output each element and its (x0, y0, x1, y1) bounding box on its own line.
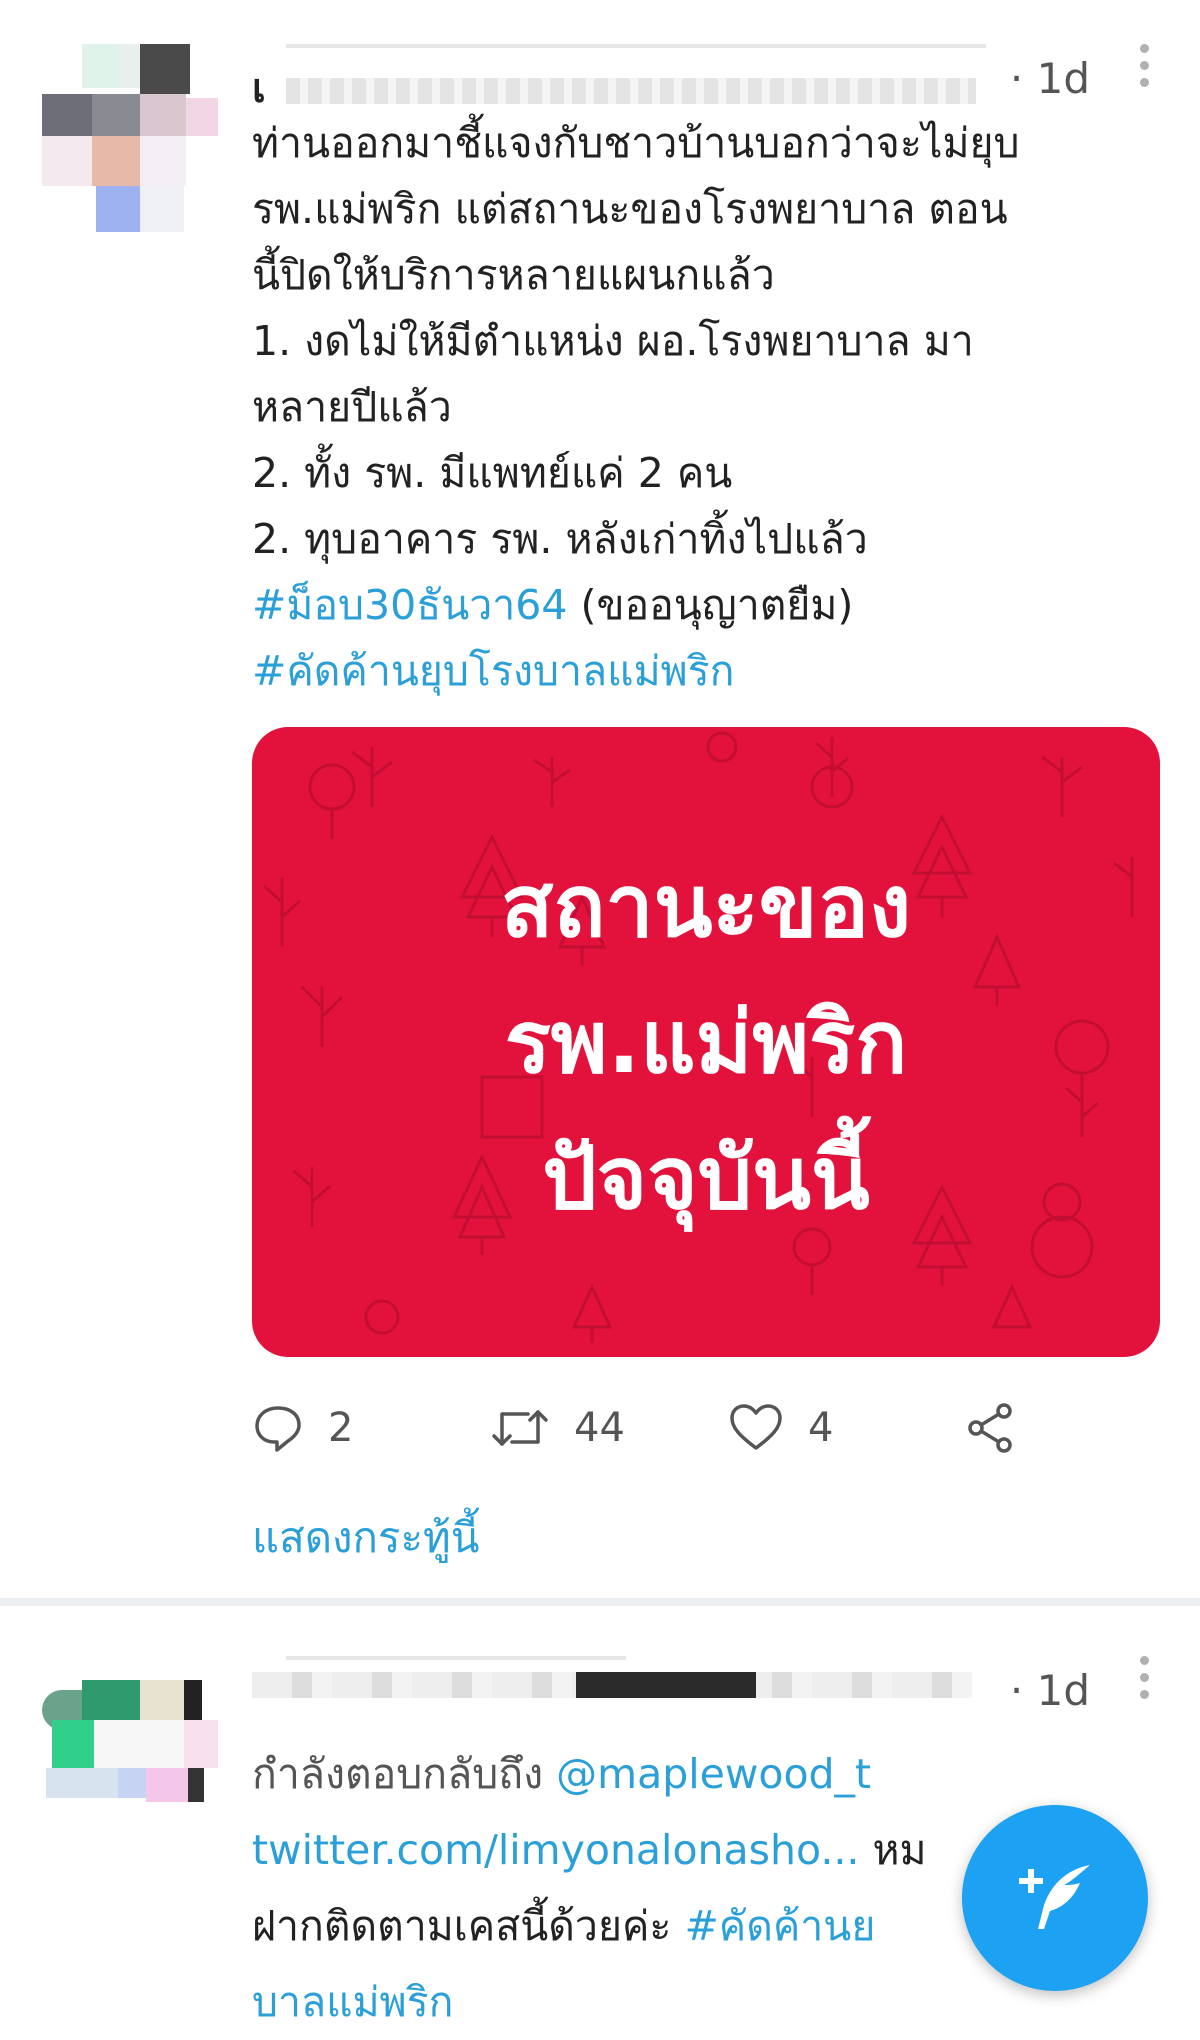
hashtag-link[interactable]: #คัดค้านยุบโรงบาลแม่พริก (252, 647, 735, 695)
reply-to-line: กำลังตอบกลับถึง @maplewood_t (252, 1736, 1162, 1812)
image-text: สถานะของ (500, 857, 912, 957)
tweet-text-fragment: หม (859, 1826, 927, 1874)
author-name-redacted (286, 78, 976, 104)
tweet-line: 2. ทุบอาคาร รพ. หลังเก่าทิ้งไปแล้ว (252, 515, 868, 563)
hashtag-link[interactable]: บาลแม่พริก (252, 1978, 454, 2026)
compose-icon (1019, 1865, 1090, 1929)
like-icon (730, 1404, 782, 1450)
more-icon[interactable] (1138, 1656, 1150, 1708)
reply-icon (255, 1406, 301, 1452)
avatar[interactable] (42, 1680, 218, 1880)
reply-button[interactable]: 2 (252, 1398, 353, 1458)
like-button[interactable]: 4 (728, 1398, 833, 1458)
hashtag-link[interactable]: #ม็อบ30ธันวา64 (252, 581, 567, 629)
tweet-image[interactable]: สถานะของ รพ.แม่พริก ปัจจุบันนี้ (252, 727, 1160, 1357)
divider (0, 1598, 1200, 1606)
tweet-line: ท่านออกมาชี้แจงกับชาวบ้านบอกว่าจะไม่ยุบ (252, 119, 1020, 167)
url-link[interactable]: twitter.com/limyonalonasho... (252, 1826, 859, 1874)
tweet-text-fragment: ฝากติดตามเคสนี้ด้วยค่ะ (252, 1902, 685, 1950)
tweet-line: 1. งดไม่ให้มีตำแหน่ง ผอ.โรงพยาบาล มา (252, 317, 974, 365)
image-text: รพ.แม่พริก (504, 993, 908, 1093)
retweet-button[interactable]: 44 (490, 1398, 625, 1458)
more-icon[interactable] (1138, 44, 1150, 96)
tweet[interactable]: เ · 1d ท่านออกมาชี้แจงกับชาวบ้านบอกว่าจะ… (0, 0, 1200, 1598)
tweet-time[interactable]: · 1d (1010, 1666, 1090, 1715)
hashtag-line: #ม็อบ30ธันวา64 (ขออนุญาตยืม) (252, 572, 1162, 638)
show-thread-link[interactable]: แสดงกระทู้นี้ (252, 1505, 479, 1571)
tweet-line: หลายปีแล้ว (252, 383, 452, 431)
avatar[interactable] (42, 44, 218, 244)
image-text: ปัจจุบันนี้ (542, 1129, 870, 1229)
tweet-text: ท่านออกมาชี้แจงกับชาวบ้านบอกว่าจะไม่ยุบ … (252, 110, 1162, 704)
reply-count: 2 (328, 1405, 354, 1451)
like-count: 4 (808, 1405, 834, 1451)
reply-handle-link[interactable]: @maplewood_t (556, 1750, 871, 1798)
reply-prefix: กำลังตอบกลับถึง (252, 1750, 557, 1798)
tweet-time[interactable]: · 1d (1010, 54, 1090, 103)
tweet-line: นี้ปิดให้บริการหลายแผนกแล้ว (252, 251, 775, 299)
tweet-actions: 2 44 4 (252, 1398, 1092, 1458)
hashtag-line: #คัดค้านยุบโรงบาลแม่พริก (252, 638, 1162, 704)
tweet-line: 2. ทั้ง รพ. มีแพทย์แค่ 2 คน (252, 449, 733, 497)
retweet-icon (492, 1410, 548, 1446)
compose-button[interactable] (962, 1805, 1148, 1991)
share-icon (968, 1403, 1012, 1453)
retweet-count: 44 (574, 1405, 625, 1451)
share-button[interactable] (964, 1398, 1042, 1458)
hashtag-link[interactable]: #คัดค้านย (684, 1902, 875, 1950)
hashtag-suffix: (ขออนุญาตยืม) (567, 581, 854, 629)
tweet-line: รพ.แม่พริก แต่สถานะของโรงพยาบาล ตอน (252, 185, 1008, 233)
